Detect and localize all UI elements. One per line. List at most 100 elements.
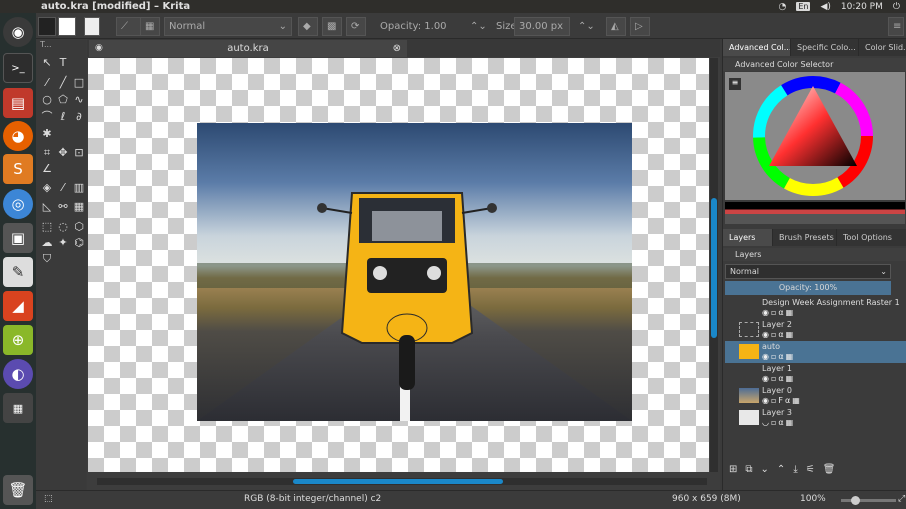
zoom-level[interactable]: 100% bbox=[800, 494, 826, 504]
layer-row-layer-2[interactable]: Layer 2 ◉▫α▦ bbox=[725, 319, 906, 341]
measure-tool-icon[interactable]: ∠ bbox=[40, 161, 54, 175]
zoom-slider[interactable] bbox=[841, 496, 896, 505]
rect-select-icon[interactable]: ⬚ bbox=[40, 219, 54, 233]
bezier-select-icon[interactable]: ⌬ bbox=[72, 235, 86, 249]
layer-visibility-icons[interactable]: ◡▫α▦ bbox=[762, 418, 795, 427]
firefox-icon[interactable]: ◕ bbox=[3, 121, 33, 151]
krita-icon[interactable]: ◐ bbox=[3, 359, 33, 389]
layer-visibility-icons[interactable]: ◉▫α▦ bbox=[762, 352, 795, 361]
line-tool-icon[interactable]: ╱ bbox=[56, 75, 70, 89]
vertical-scrollbar[interactable] bbox=[710, 58, 718, 472]
merge-icon[interactable]: ⤓ bbox=[793, 464, 797, 480]
layer-visibility-icons[interactable]: ◉▫α▦ bbox=[762, 374, 795, 383]
transparent-canvas[interactable] bbox=[88, 58, 709, 472]
mirror-horizontal-icon[interactable]: ◭ bbox=[606, 17, 626, 36]
files-icon[interactable]: ▤ bbox=[3, 88, 33, 118]
freehand-path-icon[interactable]: ℓ bbox=[56, 109, 70, 123]
image-viewer-icon[interactable]: ⊕ bbox=[3, 325, 33, 355]
opacity-field[interactable]: Opacity: 1.00 bbox=[376, 17, 464, 36]
color-history-bar[interactable] bbox=[725, 202, 905, 224]
multibrush-icon[interactable]: ✱ bbox=[40, 126, 54, 140]
clock[interactable]: 10:20 PM bbox=[841, 2, 883, 12]
polygon-tool-icon[interactable]: ⬠ bbox=[56, 92, 70, 106]
layer-row-layer-3[interactable]: Layer 3 ◡▫α▦ bbox=[725, 407, 906, 429]
add-layer-icon[interactable]: ⊞ bbox=[729, 464, 737, 480]
color-settings-icon[interactable]: ≡ bbox=[729, 78, 741, 90]
power-icon[interactable]: ⏻ bbox=[893, 2, 900, 12]
text-tool-icon[interactable]: T bbox=[56, 55, 70, 69]
workspace-switcher-icon[interactable]: ▦ bbox=[3, 393, 33, 423]
layer-row-auto[interactable]: auto ◉▫α▦ bbox=[725, 341, 906, 363]
wifi-icon[interactable]: ◔ bbox=[778, 2, 786, 12]
brush-tool-icon[interactable]: ⁄ bbox=[40, 75, 54, 89]
sublime-text-icon[interactable]: S bbox=[3, 154, 33, 184]
reload-preset-icon[interactable]: ⟳ bbox=[346, 17, 366, 36]
freehand-select-icon[interactable]: ☁ bbox=[40, 235, 54, 249]
close-tab-icon[interactable]: ⊗ bbox=[393, 40, 401, 57]
layer-properties-icon[interactable]: ⚟ bbox=[806, 464, 815, 480]
size-input[interactable]: 30.00 px bbox=[514, 17, 570, 36]
horizontal-scroll-thumb[interactable] bbox=[293, 479, 503, 484]
brush-preset-icon[interactable]: ⟋ bbox=[116, 17, 142, 36]
tab-tool-options[interactable]: Tool Options bbox=[837, 229, 906, 246]
transform-tool-icon[interactable]: ⊡ bbox=[72, 145, 86, 159]
presentation-icon[interactable]: ◢ bbox=[3, 291, 33, 321]
tab-layers[interactable]: Layers bbox=[723, 229, 773, 246]
horizontal-scrollbar[interactable] bbox=[97, 478, 707, 485]
trash-icon[interactable]: 🗑 bbox=[3, 475, 33, 505]
tab-advanced-color[interactable]: Advanced Col... bbox=[723, 39, 791, 56]
swap-colors-icon[interactable] bbox=[84, 17, 100, 36]
eraser-icon[interactable]: ◆ bbox=[298, 17, 318, 36]
magic-wand-icon[interactable]: ✦ bbox=[56, 235, 70, 249]
layer-blend-mode-select[interactable]: Normal ⌄ bbox=[725, 264, 891, 279]
fullscreen-icon[interactable]: ⤢ bbox=[898, 494, 905, 504]
dynamic-brush-icon[interactable]: ∂ bbox=[72, 109, 86, 123]
layer-row-layer-1[interactable]: Layer 1 ◉▫α▦ bbox=[725, 363, 906, 385]
document-tab[interactable]: ◉ auto.kra ⊗ bbox=[89, 40, 407, 57]
terminal-icon[interactable]: >_ bbox=[3, 53, 33, 83]
blend-mode-select[interactable]: Normal ⌄ bbox=[164, 17, 292, 36]
bezier-tool-icon[interactable]: ⌒ bbox=[40, 109, 54, 123]
gradient-tool-icon[interactable]: ▥ bbox=[72, 180, 86, 194]
color-wheel[interactable] bbox=[749, 72, 879, 200]
move-tool-icon[interactable]: ✥ bbox=[56, 145, 70, 159]
polyline-tool-icon[interactable]: ∿ bbox=[72, 92, 86, 106]
keyboard-language[interactable]: En bbox=[796, 2, 811, 11]
grid-tool-icon[interactable]: ▦ bbox=[72, 199, 86, 213]
opacity-spinner[interactable]: ⌃⌄ bbox=[466, 17, 487, 36]
tab-specific-color[interactable]: Specific Colo... bbox=[791, 39, 859, 56]
tab-color-sliders[interactable]: Color Slid... bbox=[859, 39, 906, 56]
size-spinner[interactable]: ⌃⌄ bbox=[574, 17, 595, 36]
layer-row-layer-0[interactable]: Layer 0 ◉▫Fα▦ bbox=[725, 385, 906, 407]
menu-icon[interactable]: ≡ bbox=[888, 17, 904, 36]
pattern-grid-icon[interactable]: ▦ bbox=[140, 17, 160, 36]
assistant-tool-icon[interactable]: ◺ bbox=[40, 199, 54, 213]
polygon-select-icon[interactable]: ⬡ bbox=[72, 219, 86, 233]
layer-visibility-icons[interactable]: ◉▫Fα▦ bbox=[762, 396, 802, 405]
alpha-lock-icon[interactable]: ▩ bbox=[322, 17, 342, 36]
tab-brush-presets[interactable]: Brush Presets bbox=[773, 229, 837, 246]
layer-visibility-icons[interactable]: ◉▫α▦ bbox=[762, 308, 795, 317]
volume-icon[interactable]: ◀) bbox=[820, 2, 830, 12]
vertical-scroll-thumb[interactable] bbox=[711, 198, 717, 338]
delete-layer-icon[interactable]: 🗑 bbox=[823, 464, 836, 480]
background-color-swatch[interactable] bbox=[58, 17, 76, 36]
mirror-vertical-icon[interactable]: ▷ bbox=[630, 17, 650, 36]
selection-icon[interactable]: ⬚ bbox=[44, 494, 53, 504]
move-up-icon[interactable]: ⌃ bbox=[777, 464, 785, 480]
foreground-color-swatch[interactable] bbox=[38, 17, 56, 36]
chromium-icon[interactable]: ◎ bbox=[3, 189, 33, 219]
zoom-slider-handle[interactable] bbox=[851, 496, 860, 505]
ubuntu-dash-icon[interactable]: ◉ bbox=[3, 17, 33, 47]
layer-visibility-icons[interactable]: ◉▫α▦ bbox=[762, 330, 795, 339]
layer-row-design-week[interactable]: Design Week Assignment Raster 1 ◉▫α▦ bbox=[725, 297, 906, 319]
select-shapes-icon[interactable]: ↖ bbox=[40, 55, 54, 69]
layer-opacity-slider[interactable]: Opacity: 100% bbox=[725, 281, 891, 295]
camera-icon[interactable]: ▣ bbox=[3, 223, 33, 253]
magnetic-select-icon[interactable]: ⛉ bbox=[40, 251, 54, 265]
rectangle-tool-icon[interactable]: □ bbox=[72, 75, 86, 89]
crop-tool-icon[interactable]: ⌗ bbox=[40, 145, 54, 159]
reference-tool-icon[interactable]: ⚯ bbox=[56, 199, 70, 213]
fill-tool-icon[interactable]: ◈ bbox=[40, 180, 54, 194]
color-picker-icon[interactable]: ⁄ bbox=[56, 180, 70, 194]
